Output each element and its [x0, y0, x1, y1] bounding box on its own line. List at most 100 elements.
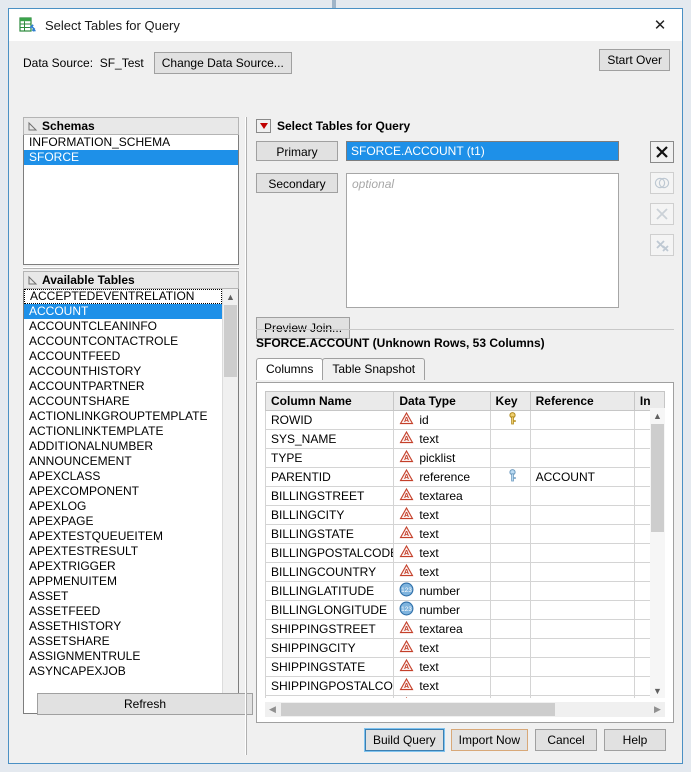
table-list-item[interactable]: APEXCOMPONENT	[24, 484, 222, 499]
primary-table-value[interactable]: SFORCE.ACCOUNT (t1)	[347, 142, 618, 160]
table-row[interactable]: BILLINGCITY A text	[266, 506, 665, 525]
scroll-down-arrow-icon[interactable]: ▼	[650, 683, 665, 698]
scrollbar-thumb[interactable]	[651, 424, 664, 532]
scrollbar-thumb[interactable]	[224, 305, 237, 377]
close-icon[interactable]: ✕	[638, 9, 682, 41]
secondary-button[interactable]: Secondary	[256, 173, 338, 193]
text-A-icon: A	[399, 544, 414, 562]
panel-splitter[interactable]	[23, 265, 239, 271]
schema-list-item[interactable]: INFORMATION_SCHEMA	[24, 135, 238, 150]
data-type-label: id	[419, 413, 428, 427]
table-row[interactable]: BILLINGLONGITUDE 123 number	[266, 601, 665, 620]
table-list-item[interactable]: APEXTRIGGER	[24, 559, 222, 574]
header-key[interactable]: Key	[490, 392, 530, 411]
table-list-item[interactable]: ASSETHISTORY	[24, 619, 222, 634]
table-list-item[interactable]: ACCOUNTHISTORY	[24, 364, 222, 379]
columns-grid-vscrollbar[interactable]: ▲ ▼	[650, 408, 665, 698]
table-list-item[interactable]: ACTIONLINKGROUPTEMPLATE	[24, 409, 222, 424]
hscrollbar-thumb[interactable]	[281, 703, 555, 716]
tab-columns[interactable]: Columns	[256, 358, 323, 380]
build-query-button[interactable]: Build Query	[365, 729, 444, 751]
scroll-left-arrow-icon[interactable]: ◀	[265, 702, 280, 717]
table-row[interactable]: ROWID A id	[266, 411, 665, 430]
table-list-item[interactable]: ACCOUNTPARTNER	[24, 379, 222, 394]
table-row[interactable]: BILLINGPOSTALCODE A text	[266, 544, 665, 563]
remove-primary-button[interactable]	[650, 141, 674, 163]
table-list-item[interactable]: APEXTESTRESULT	[24, 544, 222, 559]
columns-grid: Column Name Data Type Key Reference In R…	[265, 391, 665, 698]
table-list-item[interactable]: ASSIGNMENTRULE	[24, 649, 222, 664]
svg-text:A: A	[404, 683, 409, 690]
table-row[interactable]: BILLINGCOUNTRY A text	[266, 563, 665, 582]
table-list-item[interactable]: ASSETFEED	[24, 604, 222, 619]
expander-triangle-icon[interactable]	[256, 119, 271, 133]
import-now-button[interactable]: Import Now	[451, 729, 528, 751]
svg-text:A: A	[404, 626, 409, 633]
available-tables-listbox[interactable]: ACCEPTEDEVENTRELATIONACCOUNTACCOUNTCLEAN…	[23, 289, 239, 714]
table-row[interactable]: PARENTID A reference ACCOUNT	[266, 468, 665, 487]
table-list-item[interactable]: ADDITIONALNUMBER	[24, 439, 222, 454]
cell-data-type: A text	[394, 430, 490, 449]
table-list-item[interactable]: ACCOUNTCONTACTROLE	[24, 334, 222, 349]
number-123-icon: 123	[399, 582, 414, 600]
table-list-item[interactable]: ACCEPTEDEVENTRELATION	[24, 289, 222, 304]
table-list-item[interactable]: ACTIONLINKTEMPLATE	[24, 424, 222, 439]
table-list-item[interactable]: APEXPAGE	[24, 514, 222, 529]
table-row[interactable]: TYPE A picklist	[266, 449, 665, 468]
data-type-label: text	[419, 679, 438, 693]
header-data-type[interactable]: Data Type	[394, 392, 490, 411]
scroll-up-arrow-icon[interactable]: ▲	[223, 289, 238, 304]
table-row[interactable]: SHIPPINGSTATE A text	[266, 658, 665, 677]
header-reference[interactable]: Reference	[530, 392, 634, 411]
svg-text:123: 123	[401, 587, 412, 594]
selection-action-buttons	[650, 141, 674, 265]
schema-list-item[interactable]: SFORCE	[24, 150, 238, 165]
table-list-item[interactable]: ACCOUNTFEED	[24, 349, 222, 364]
table-row[interactable]: BILLINGLATITUDE 123 number	[266, 582, 665, 601]
columns-grid-hscrollbar[interactable]: ◀ ▶	[265, 702, 665, 717]
available-tables-header[interactable]: Available Tables	[23, 271, 239, 289]
tables-list-scrollbar[interactable]: ▲ ▼	[222, 289, 238, 713]
help-button[interactable]: Help	[604, 729, 666, 751]
table-list-item[interactable]: ASYNCAPEXJOB	[24, 664, 222, 679]
scroll-right-arrow-icon[interactable]: ▶	[650, 702, 665, 717]
table-row[interactable]: BILLINGSTREET A textarea	[266, 487, 665, 506]
table-list-item[interactable]: APEXTESTQUEUEITEM	[24, 529, 222, 544]
table-row[interactable]: SHIPPINGSTREET A textarea	[266, 620, 665, 639]
cell-reference	[530, 620, 634, 639]
tab-table-snapshot[interactable]: Table Snapshot	[322, 358, 425, 380]
table-list-item[interactable]: ACCOUNTCLEANINFO	[24, 319, 222, 334]
schemas-header[interactable]: Schemas	[23, 117, 239, 135]
table-list-item[interactable]: ASSETSHARE	[24, 634, 222, 649]
secondary-tables-field[interactable]: optional	[346, 173, 619, 308]
vertical-splitter[interactable]	[244, 117, 249, 755]
table-list-item[interactable]: APEXLOG	[24, 499, 222, 514]
primary-button[interactable]: Primary	[256, 141, 338, 161]
schemas-listbox[interactable]: INFORMATION_SCHEMASFORCE	[23, 135, 239, 265]
table-list-item[interactable]: APEXCLASS	[24, 469, 222, 484]
cell-column-name: SYS_NAME	[266, 430, 394, 449]
cell-data-type: A textarea	[394, 487, 490, 506]
header-column-name[interactable]: Column Name	[266, 392, 394, 411]
table-list-item[interactable]: ASSET	[24, 589, 222, 604]
table-list-item[interactable]: ANNOUNCEMENT	[24, 454, 222, 469]
change-data-source-button[interactable]: Change Data Source...	[154, 52, 292, 74]
foreign-key-icon	[506, 471, 519, 485]
table-row[interactable]: SHIPPINGCITY A text	[266, 639, 665, 658]
table-row[interactable]: SHIPPINGCOUNTRY A text	[266, 696, 665, 699]
scroll-up-arrow-icon[interactable]: ▲	[650, 408, 665, 423]
refresh-button[interactable]: Refresh	[37, 693, 253, 715]
table-row[interactable]: BILLINGSTATE A text	[266, 525, 665, 544]
table-row[interactable]: SYS_NAME A text	[266, 430, 665, 449]
text-A-icon: A	[399, 468, 414, 486]
table-list-item[interactable]: ACCOUNT	[24, 304, 222, 319]
data-type-label: text	[419, 508, 438, 522]
table-list-item[interactable]: ACCOUNTSHARE	[24, 394, 222, 409]
cell-data-type: A text	[394, 563, 490, 582]
cancel-button[interactable]: Cancel	[535, 729, 597, 751]
primary-table-field[interactable]: SFORCE.ACCOUNT (t1)	[346, 141, 619, 161]
table-list-item[interactable]: APPMENUITEM	[24, 574, 222, 589]
title-bar: Select Tables for Query ✕	[9, 9, 682, 41]
table-row[interactable]: SHIPPINGPOSTALCODE A text	[266, 677, 665, 696]
start-over-button[interactable]: Start Over	[599, 49, 670, 71]
